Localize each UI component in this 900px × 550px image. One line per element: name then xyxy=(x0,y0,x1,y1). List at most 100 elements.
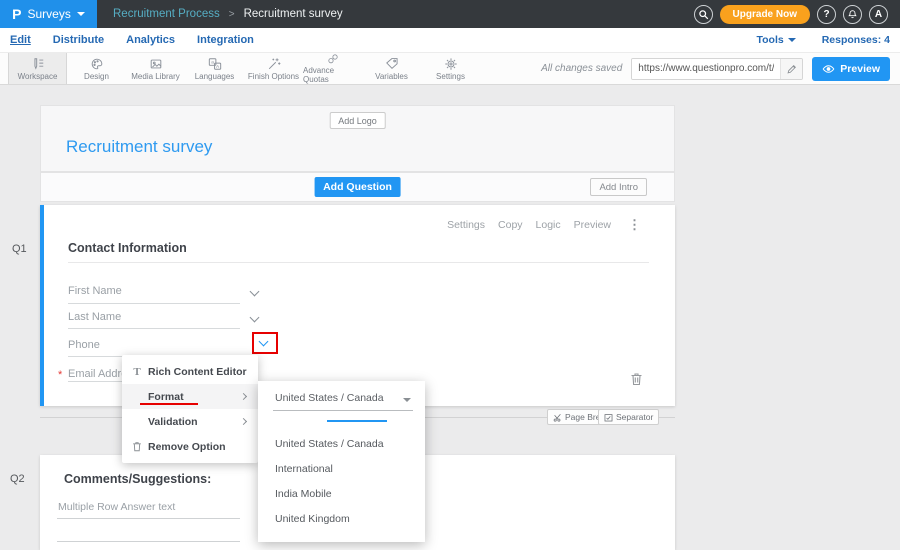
edit-url-button[interactable] xyxy=(780,58,802,80)
breadcrumb-separator-icon: > xyxy=(229,9,235,20)
survey-title[interactable]: Recruitment survey xyxy=(66,137,212,157)
add-question-button[interactable]: Add Question xyxy=(314,177,401,197)
magic-wand-icon xyxy=(267,57,281,71)
chevron-down-icon[interactable] xyxy=(250,313,260,323)
scissors-icon xyxy=(553,413,562,422)
option-international[interactable]: International xyxy=(275,463,333,475)
annotation-highlight-box xyxy=(252,332,278,354)
menu-item-label: Validation xyxy=(148,416,198,428)
preview-button[interactable]: Preview xyxy=(812,57,890,81)
toolbar-item-label: Design xyxy=(84,72,109,81)
text-format-icon: T xyxy=(130,366,144,378)
menu-item-validation[interactable]: Validation xyxy=(122,409,258,434)
toolbar-item-label: Media Library xyxy=(131,72,179,81)
media-library-icon xyxy=(149,57,163,71)
section-tabs: Edit Distribute Analytics Integration xyxy=(0,34,254,46)
menu-item-format[interactable]: Format xyxy=(122,384,258,409)
breadcrumb-parent[interactable]: Recruitment Process xyxy=(113,8,220,20)
tab-distribute[interactable]: Distribute xyxy=(53,34,104,46)
format-select-value[interactable]: United States / Canada xyxy=(275,392,384,404)
toolbar-item-advance-quotas[interactable]: Advance Quotas xyxy=(303,53,362,84)
option-united-states-canada[interactable]: United States / Canada xyxy=(275,438,384,450)
search-icon xyxy=(698,9,709,20)
toolbar-item-variables[interactable]: Variables xyxy=(362,53,421,84)
question2-text[interactable]: Comments/Suggestions: xyxy=(64,472,211,486)
upgrade-now-button[interactable]: Upgrade Now xyxy=(720,5,810,24)
question1-text[interactable]: Contact Information xyxy=(68,241,187,255)
questionpro-survey-editor: P Surveys Recruitment Process > Recruitm… xyxy=(0,0,900,550)
tools-dropdown[interactable]: Tools xyxy=(756,34,795,46)
search-button[interactable] xyxy=(694,5,713,24)
section-tabs-row: Edit Distribute Analytics Integration To… xyxy=(0,28,900,52)
notifications-button[interactable] xyxy=(843,5,862,24)
caret-down-icon xyxy=(77,12,85,16)
menu-item-label: Rich Content Editor xyxy=(148,366,247,378)
caret-down-icon[interactable] xyxy=(403,398,411,402)
toolbar-item-languages[interactable]: aA Languages xyxy=(185,53,244,84)
required-marker: * xyxy=(58,369,62,381)
separator-button[interactable]: Separator xyxy=(598,409,659,425)
question-logic-action[interactable]: Logic xyxy=(536,219,561,231)
toolbar-item-label: Workspace xyxy=(18,72,58,81)
question1-divider xyxy=(68,262,649,263)
toolbar-item-label: Variables xyxy=(375,72,408,81)
pencil-icon xyxy=(787,64,797,74)
question1-number-label: Q1 xyxy=(12,243,27,255)
surveys-menu-label: Surveys xyxy=(27,7,70,21)
toolbar-item-design[interactable]: Design xyxy=(67,53,126,84)
question-copy-action[interactable]: Copy xyxy=(498,219,523,231)
add-intro-button[interactable]: Add Intro xyxy=(590,178,647,196)
preview-label: Preview xyxy=(840,63,880,75)
select-underline xyxy=(273,410,413,411)
field-first-name[interactable]: First Name xyxy=(68,285,122,297)
option-united-kingdom[interactable]: United Kingdom xyxy=(275,513,350,525)
question-preview-action[interactable]: Preview xyxy=(574,219,611,231)
multirow-answer-placeholder[interactable]: Multiple Row Answer text xyxy=(58,501,175,513)
option-context-menu: T Rich Content Editor Format Validation … xyxy=(122,355,258,463)
quotas-links-icon xyxy=(326,53,340,65)
tools-label: Tools xyxy=(756,34,783,46)
toolbar-item-media-library[interactable]: Media Library xyxy=(126,53,185,84)
surveys-product-menu[interactable]: P Surveys xyxy=(0,0,97,28)
chevron-down-icon[interactable] xyxy=(250,287,260,297)
toolbar-item-label: Settings xyxy=(436,72,465,81)
avatar[interactable]: A xyxy=(869,5,888,24)
settings-gear-icon xyxy=(444,57,458,71)
bell-icon xyxy=(847,9,858,20)
vertical-ellipsis-icon[interactable]: ⋮ xyxy=(628,217,641,233)
tab-edit[interactable]: Edit xyxy=(10,34,31,46)
responses-count[interactable]: Responses: 4 xyxy=(822,34,890,46)
survey-url-input[interactable] xyxy=(632,59,780,79)
add-logo-button[interactable]: Add Logo xyxy=(329,112,386,129)
field-phone[interactable]: Phone xyxy=(68,339,100,351)
question1-action-bar: Settings Copy Logic Preview ⋮ xyxy=(447,217,641,233)
chevron-down-icon[interactable] xyxy=(259,337,269,347)
toolbar-item-label: Advance Quotas xyxy=(303,66,362,84)
toolbar-item-finish-options[interactable]: Finish Options xyxy=(244,53,303,84)
survey-url-box xyxy=(631,58,803,80)
format-submenu-panel: United States / Canada United States / C… xyxy=(258,381,425,542)
add-question-strip: Add Question Add Intro xyxy=(40,172,675,202)
help-button[interactable]: ? xyxy=(817,5,836,24)
chevron-right-icon xyxy=(240,393,247,400)
field-last-name[interactable]: Last Name xyxy=(68,311,121,323)
questionpro-logo: P xyxy=(12,6,21,22)
toolbar-item-settings[interactable]: Settings xyxy=(421,53,480,84)
topbar-actions: Upgrade Now ? A xyxy=(694,5,900,24)
active-option-indicator xyxy=(327,420,387,422)
tab-analytics[interactable]: Analytics xyxy=(126,34,175,46)
languages-icon: aA xyxy=(208,57,222,71)
trash-icon xyxy=(130,441,144,452)
menu-item-rich-content-editor[interactable]: T Rich Content Editor xyxy=(122,359,258,384)
option-india-mobile[interactable]: India Mobile xyxy=(275,488,332,500)
toolbar-item-workspace[interactable]: Workspace xyxy=(8,53,67,84)
menu-item-remove-option[interactable]: Remove Option xyxy=(122,434,258,459)
eye-icon xyxy=(822,64,835,74)
tab-integration[interactable]: Integration xyxy=(197,34,254,46)
question-settings-action[interactable]: Settings xyxy=(447,219,485,231)
annotation-highlight-underline xyxy=(140,403,198,405)
field-email-address[interactable]: Email Addre xyxy=(68,368,127,380)
editor-toolbar: Workspace Design Media Library aA Langua… xyxy=(0,52,900,85)
menu-item-label: Format xyxy=(148,391,184,403)
delete-option-button[interactable] xyxy=(628,372,644,388)
